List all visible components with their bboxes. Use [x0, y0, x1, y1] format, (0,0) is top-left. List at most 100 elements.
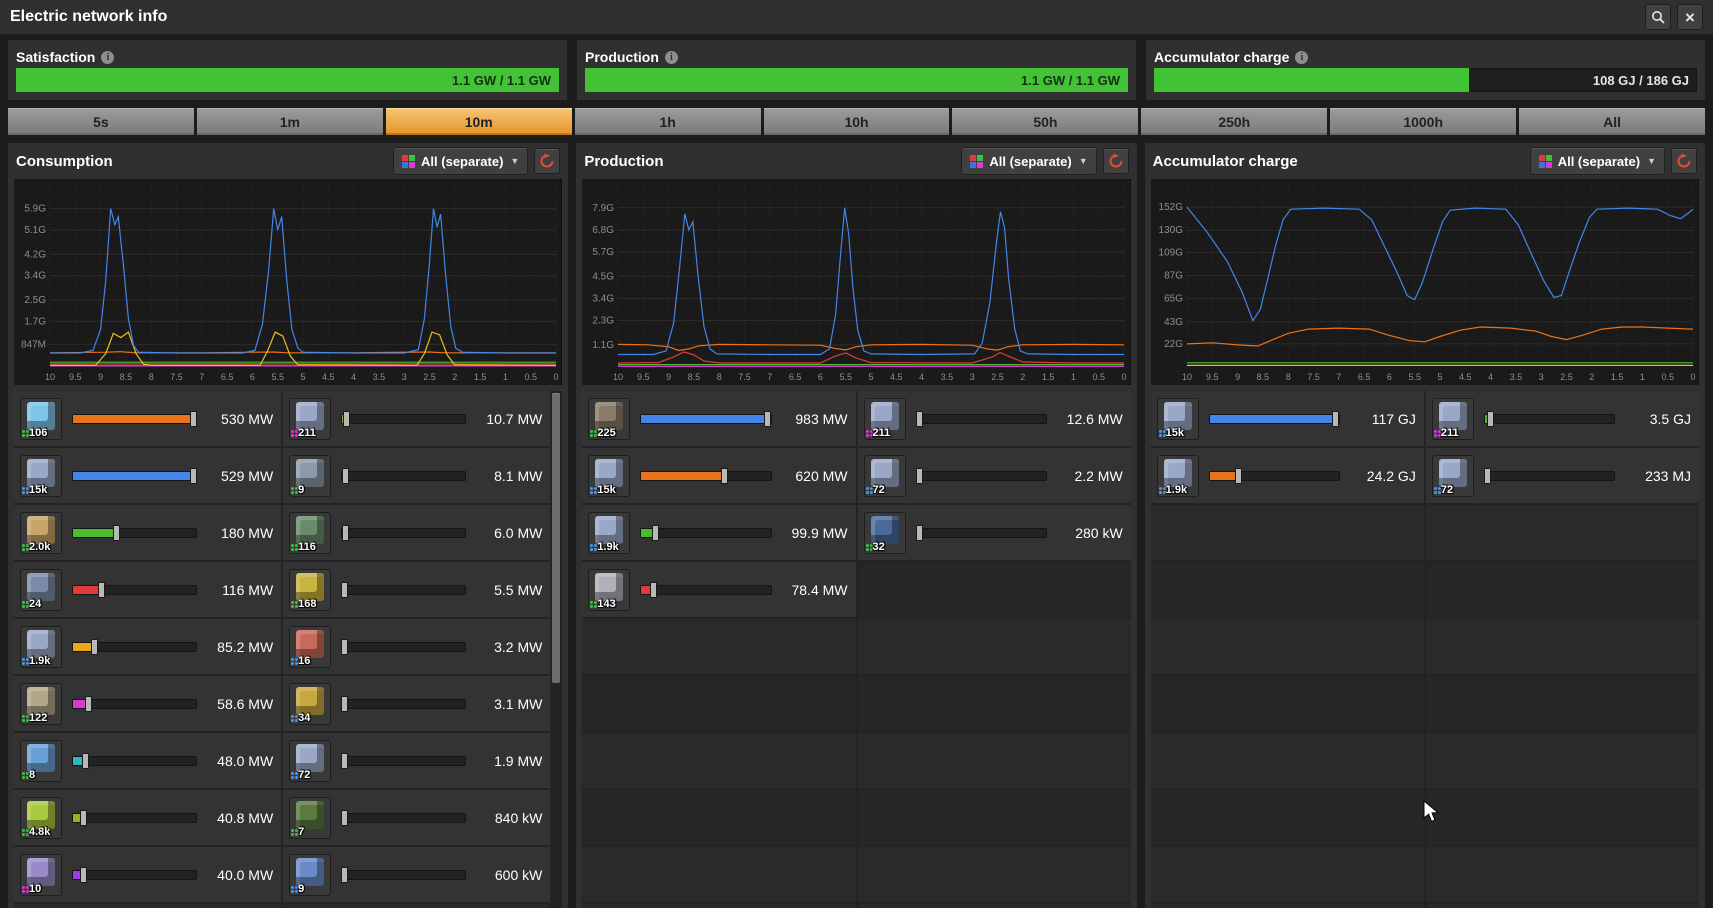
production-item-row[interactable]: 72 2.2 MW [857, 448, 1131, 505]
entity-icon[interactable]: 72 [1431, 454, 1474, 497]
titlebar[interactable]: Electric network info × [0, 0, 1713, 34]
consumption-item-row[interactable]: 2.0k 180 MW [14, 505, 282, 562]
entity-icon[interactable]: 7 [289, 796, 332, 839]
production-item-row[interactable]: 211 12.6 MW [857, 391, 1131, 448]
production-reset-button[interactable] [1102, 148, 1129, 174]
consumption-chart[interactable]: 5.9G 5.1G 4.2G 3.4G 2.5G 1.7G 847M 10 9.5 9 8.5 8 7.… [14, 179, 563, 385]
empty-row-slot [1425, 676, 1699, 733]
entity-icon[interactable]: 34 [289, 682, 332, 725]
consumption-item-row[interactable]: 1.9k 85.2 MW [14, 619, 282, 676]
accumulator-chart-canvas[interactable]: 152G130G109G87G65G43G22G10 9.5 9 8.5 8 7.5 7 6.… [1150, 179, 1697, 385]
info-icon[interactable]: i [1295, 50, 1309, 64]
entity-icon[interactable]: 15k [1156, 397, 1199, 440]
svg-text:5.9G: 5.9G [24, 204, 46, 215]
entity-icon[interactable]: 225 [588, 397, 631, 440]
time-button-10m[interactable]: 10m [385, 108, 572, 135]
entity-icon[interactable]: 16 [289, 625, 332, 668]
entity-icon[interactable]: 122 [20, 682, 62, 725]
time-button-1m[interactable]: 1m [196, 108, 383, 135]
info-icon[interactable]: i [101, 50, 115, 64]
entity-icon[interactable]: 72 [863, 454, 906, 497]
search-button[interactable] [1645, 4, 1671, 30]
consumption-item-row[interactable]: 9 8.1 MW [283, 448, 551, 505]
consumption-reset-button[interactable] [534, 148, 561, 174]
production-chart[interactable]: 7.9G 6.8G 5.7G 4.5G 3.4G 2.3G 1.1G 10 9.5 9 8.5 8 7.… [582, 179, 1131, 385]
entity-icon[interactable]: 1.9k [1156, 454, 1199, 497]
entity-icon[interactable]: 15k [588, 454, 631, 497]
entity-sprite [27, 515, 55, 544]
entity-icon[interactable]: 211 [1431, 397, 1474, 440]
time-button-250h[interactable]: 250h [1141, 108, 1328, 135]
production-filter-dropdown[interactable]: All (separate) ▼ [961, 147, 1097, 175]
consumption-item-row[interactable]: 168 5.5 MW [283, 562, 551, 619]
production-item-row[interactable]: 143 78.4 MW [582, 562, 856, 619]
consumption-filter-dropdown[interactable]: All (separate) ▼ [393, 147, 529, 175]
entity-icon[interactable]: 10 [20, 853, 62, 896]
entity-icon[interactable]: 1.9k [588, 511, 631, 554]
time-button-1h[interactable]: 1h [574, 108, 761, 135]
consumption-item-row[interactable]: 9 600 kW [283, 847, 551, 904]
consumption-item-row[interactable]: 211 10.7 MW [283, 391, 551, 448]
entity-icon[interactable]: 1.9k [20, 625, 62, 668]
production-item-row[interactable]: 15k 620 MW [582, 448, 856, 505]
entity-icon[interactable]: 211 [863, 397, 906, 440]
entity-icon[interactable]: 32 [863, 511, 906, 554]
time-button-1000h[interactable]: 1000h [1330, 108, 1517, 135]
entity-icon[interactable]: 106 [20, 397, 62, 440]
entity-icon[interactable]: 8 [20, 739, 62, 782]
consumption-item-row[interactable]: 15k 529 MW [14, 448, 282, 505]
svg-text:65G: 65G [1164, 294, 1183, 305]
accumulator-charge-item-row[interactable]: 72 233 MJ [1425, 448, 1699, 505]
entity-icon[interactable]: 72 [289, 739, 332, 782]
consumption-item-row[interactable]: 122 58.6 MW [14, 676, 282, 733]
entity-icon[interactable]: 9 [289, 853, 332, 896]
consumption-item-row[interactable]: 116 6.0 MW [283, 505, 551, 562]
entity-sprite [27, 458, 55, 487]
consumption-item-row[interactable]: 7 840 kW [283, 790, 551, 847]
production-item-row[interactable]: 1.9k 99.9 MW [582, 505, 856, 562]
consumption-item-row[interactable]: 24 116 MW [14, 562, 282, 619]
svg-text:3.4G: 3.4G [24, 271, 46, 282]
entity-icon[interactable]: 9 [289, 454, 332, 497]
svg-text:9.5: 9.5 [637, 372, 650, 382]
accumulator-reset-button[interactable] [1670, 148, 1697, 174]
accumulator-filter-dropdown[interactable]: All (separate) ▼ [1529, 147, 1665, 175]
entity-icon[interactable]: 143 [588, 568, 631, 611]
entity-icon[interactable]: 4.8k [20, 796, 62, 839]
consumption-item-row[interactable]: 34 3.1 MW [283, 676, 551, 733]
entity-icon[interactable]: 116 [289, 511, 332, 554]
entity-icon[interactable]: 2.0k [20, 511, 62, 554]
svg-text:5.5: 5.5 [840, 372, 853, 382]
consumption-item-row[interactable]: 10 40.0 MW [14, 847, 282, 904]
consumption-item-row[interactable]: 8 48.0 MW [14, 733, 282, 790]
usage-value: 600 kW [494, 866, 543, 883]
scrollbar-thumb[interactable] [552, 393, 561, 683]
entity-icon[interactable]: 168 [289, 568, 332, 611]
time-button-10h[interactable]: 10h [763, 108, 950, 135]
production-chart-canvas[interactable]: 7.9G6.8G5.7G4.5G3.4G2.3G1.1G10 9.5 9 8.5 8 7.… [582, 179, 1129, 385]
close-button[interactable]: × [1677, 4, 1703, 30]
summary-row: Satisfaction i 1.1 GW / 1.1 GW Productio… [8, 40, 1705, 100]
accumulator-chart[interactable]: 152G 130G 109G 87G 65G 43G 22G 10 9.5 9 8.5 8 7.5 7 6.… [1150, 179, 1699, 385]
usage-value: 8.1 MW [494, 467, 543, 484]
entity-count: 15k [597, 483, 616, 496]
accumulator-charge-item-row[interactable]: 211 3.5 GJ [1425, 391, 1699, 448]
accumulator-charge-item-row[interactable]: 1.9k 24.2 GJ [1150, 448, 1424, 505]
entity-icon[interactable]: 15k [20, 454, 62, 497]
consumption-scrollbar[interactable] [550, 391, 563, 908]
production-item-row[interactable]: 32 280 kW [857, 505, 1131, 562]
time-button-5s[interactable]: 5s [8, 108, 194, 135]
accumulator-charge-item-row[interactable]: 15k 117 GJ [1150, 391, 1424, 448]
consumption-item-row[interactable]: 16 3.2 MW [283, 619, 551, 676]
time-button-50h[interactable]: 50h [952, 108, 1139, 135]
production-item-row[interactable]: 225 983 MW [582, 391, 856, 448]
entity-icon[interactable]: 211 [289, 397, 332, 440]
consumption-item-row[interactable]: 4.8k 40.8 MW [14, 790, 282, 847]
consumption-item-row[interactable]: 72 1.9 MW [283, 733, 551, 790]
entity-icon[interactable]: 24 [20, 568, 62, 611]
consumption-chart-canvas[interactable]: 5.9G5.1G4.2G3.4G2.5G1.7G847M10 9.5 9 8.5 8 7.… [14, 179, 560, 385]
consumption-item-row[interactable]: 106 530 MW [14, 391, 282, 448]
time-button-All[interactable]: All [1519, 108, 1706, 135]
quality-dots [1158, 429, 1166, 437]
info-icon[interactable]: i [664, 50, 678, 64]
